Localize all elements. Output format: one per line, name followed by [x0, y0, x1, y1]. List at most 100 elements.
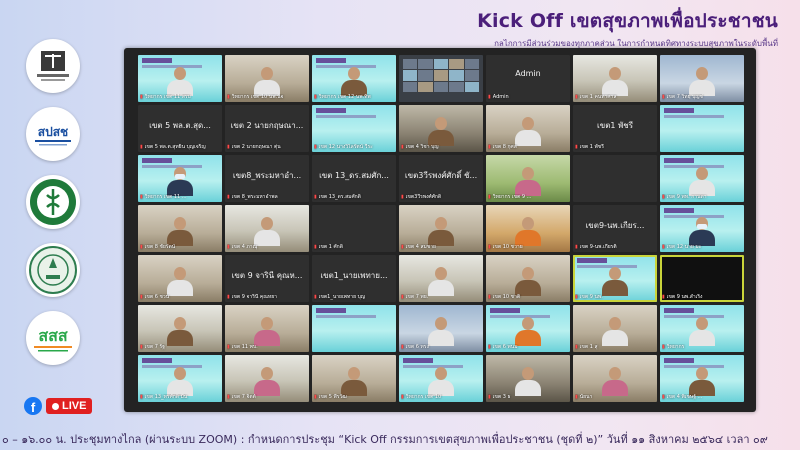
muted-mic-icon: ▮ — [488, 344, 491, 350]
muted-mic-icon: ▮ — [401, 144, 404, 150]
participant-tile[interactable]: เขต1_นายเพทาย... ▮ เขต1_นายเพทาย บุญ — [312, 255, 396, 302]
participant-tile[interactable]: ▮ วิทยากร เขต 10 นพ.นิจ — [225, 55, 309, 102]
participant-tile[interactable]: ▮ เขต 7 รัฐ — [138, 305, 222, 352]
participant-tile[interactable]: เขต9-นพ.เกียร... ▮ เขต 9-นพ.เกียรติ — [573, 205, 657, 252]
participant-tile[interactable]: ▮ เขต 4 พิเชษฐ์ ... — [660, 355, 744, 402]
muted-mic-icon: ▮ — [140, 244, 143, 250]
participant-tile[interactable]: ▮ วิทยากร เขต 9 ... — [486, 155, 570, 202]
participant-tile[interactable]: ▮ เขต 12 นางวิไลรัตน์ วีระ — [312, 105, 396, 152]
participant-name-label: ▮ เขต 12 นาย มะ — [662, 244, 742, 251]
participant-name-label: ▮ เขต 1 สุ — [575, 344, 655, 351]
muted-mic-icon: ▮ — [227, 344, 230, 350]
kickoff-banner-graphic — [664, 208, 694, 213]
participant-name-placeholder: เขต 5 พล.ต.สุด... — [149, 121, 211, 130]
participant-name-text: วิทยากร เขต 12 นพ.ทิพ — [318, 94, 371, 100]
ministry-of-public-health-logo — [26, 175, 80, 229]
participant-name-label: ▮ เขต 4 สมชาย — [401, 244, 481, 251]
participant-tile[interactable]: ▮ เขต 4 สมชาย — [399, 205, 483, 252]
participant-video — [600, 65, 630, 96]
participant-name-label: ▮ วิทยากร เขต 9 ... — [488, 194, 568, 201]
participant-tile[interactable]: ▮ วิทยากร เขต 11 สรบ — [138, 55, 222, 102]
participant-tile[interactable]: เขต3วีรพงศ์ศักดิ์ ชั... ▮ เขต3วีรพงศ์ศักดิ… — [399, 155, 483, 202]
nhso-logo-text: สปสช — [38, 125, 68, 139]
participant-tile[interactable]: เขต 2 นายกฤษณา... ▮ เขต 2 นายกฤษณา ตุ่น — [225, 105, 309, 152]
participant-tile[interactable]: ▮ เขต 13_ทรศักดิ์ มีน — [138, 355, 222, 402]
participant-tile[interactable]: ▮ เขต 7 จิตต์ — [225, 355, 309, 402]
participant-tile[interactable]: ▮ วิทยากร เขต 12 นพ.ทิพ — [312, 55, 396, 102]
participant-tile[interactable]: ▮ เขต 5 พีรวัฒ — [312, 355, 396, 402]
participant-tile[interactable]: เขต8_พระมหาอำ... ▮ เขต 8_พระมหาอำพล — [225, 155, 309, 202]
muted-mic-icon: ▮ — [488, 144, 491, 150]
participant-name-label: ▮ เขต 8 ชัยรัตน์ — [140, 244, 220, 251]
participant-tile[interactable]: ▮ เขต 10 ชาติ — [486, 255, 570, 302]
participant-tile[interactable]: ▮ เขต 9 นพ. — [573, 255, 657, 302]
muted-mic-icon: ▮ — [401, 194, 404, 200]
participant-name-label: ▮ เขต 8_พระมหาอำพล — [227, 194, 307, 201]
participant-tile[interactable] — [399, 55, 483, 102]
participant-tile[interactable]: ▮ นัยนา — [573, 355, 657, 402]
muted-mic-icon: ▮ — [488, 394, 491, 400]
participant-tile[interactable]: Admin ▮ Admin — [486, 55, 570, 102]
kickoff-banner-graphic — [316, 308, 346, 313]
participant-name-label: ▮ วิทยากร — [662, 344, 742, 351]
participant-tile[interactable]: ▮ เขต 6 ชวน — [138, 255, 222, 302]
participant-name-label: ▮ เขต 5 พล.ต.สุทยิน บุญเจริญ — [140, 144, 220, 151]
kickoff-banner-graphic — [316, 58, 346, 63]
participant-tile[interactable]: ▮ เขต 10 ชวาย — [486, 205, 570, 252]
participant-tile[interactable]: ▮ เขต 4 วิชา บุญ — [399, 105, 483, 152]
participant-tile[interactable]: ▮ เขต 6 พนม — [486, 305, 570, 352]
participant-video — [600, 265, 630, 296]
participant-tile[interactable]: ▮ เขต 12 นาย มะ — [660, 205, 744, 252]
participant-tile[interactable]: ▮ วิทยากร — [660, 305, 744, 352]
participant-video — [165, 165, 195, 196]
participant-tile[interactable]: ▮ เขต 4 ภาณุ — [225, 205, 309, 252]
participant-tile[interactable]: เขต 5 พล.ต.สุด... ▮ เขต 5 พล.ต.สุทยิน บุญเ… — [138, 105, 222, 152]
participant-tile[interactable]: ▮ เขต 9 นพ.สำเริง — [660, 255, 744, 302]
participant-name-label: ▮ เขต 9-นพ.เกียรติ — [575, 244, 655, 251]
kickoff-banner-graphic — [316, 315, 376, 318]
participant-tile[interactable]: ▮ เขต 3 ธ — [486, 355, 570, 402]
participant-tile[interactable]: ▮ วิทยากร เขต 11 ... — [138, 155, 222, 202]
participant-tile[interactable]: ▮ เขต 1 คนท่าศาล — [573, 55, 657, 102]
participant-tile[interactable]: ▮ เขต 1 สุ — [573, 305, 657, 352]
participant-name-label: ▮ เขต 1 พัชรี — [575, 144, 655, 151]
participant-video — [513, 165, 543, 196]
participant-tile[interactable]: เขต 13_ดร.สมศัก... ▮ เขต 13_ดร.สมศักดิ์ — [312, 155, 396, 202]
participant-video — [252, 315, 282, 346]
participant-tile[interactable]: ▮ เขต 8 กุศล — [486, 105, 570, 152]
participant-name-text: วิทยากร เขต 9 ... — [492, 194, 532, 200]
event-title-block: Kick Off เขตสุขภาพเพื่อประชาชน กลไกการมี… — [477, 6, 778, 50]
muted-mic-icon: ▮ — [227, 194, 230, 200]
participant-tile[interactable]: ▮ เขต 11 พบ. — [225, 305, 309, 352]
participant-name-text: เขต 9 นพ.สำเริง — [666, 294, 703, 300]
participant-name-text: วิทยากร เขต 10 นพ.นิจ — [231, 94, 284, 100]
participant-tile[interactable]: ▮ เขต 7 พย. — [399, 255, 483, 302]
participant-name-text: เขต 8_พระมหาอำพล — [231, 194, 278, 200]
participant-tile[interactable]: เขต1 พัชรี ▮ เขต 1 พัชรี — [573, 105, 657, 152]
participant-tile[interactable]: ▮ เขต 8 ชัยรัตน์ — [138, 205, 222, 252]
muted-mic-icon: ▮ — [662, 194, 665, 200]
nhso-logo: สปสช — [26, 107, 80, 161]
participant-name-placeholder: เขต1_นายเพทาย... — [320, 271, 388, 280]
muted-mic-icon: ▮ — [662, 94, 665, 100]
participant-tile[interactable]: ▮ วิทยากร เขต 10 — [399, 355, 483, 402]
muted-mic-icon: ▮ — [314, 394, 317, 400]
participant-name-label: ▮ วิทยากร เขต 11 ... — [140, 194, 220, 201]
participant-tile[interactable] — [312, 305, 396, 352]
participant-name-label: ▮ เขต 6 พนม — [488, 344, 568, 351]
participant-tile[interactable]: ▮ เขต 7 วิทยฺ บุญช่ — [660, 55, 744, 102]
muted-mic-icon: ▮ — [314, 244, 317, 250]
muted-mic-icon: ▮ — [662, 394, 665, 400]
participant-tile[interactable]: ▮ เขต 9 พท. กานดา — [660, 155, 744, 202]
muted-mic-icon: ▮ — [140, 144, 143, 150]
kickoff-banner-graphic — [664, 115, 724, 118]
participant-name-text: เขต 1 คนท่าศาล — [579, 94, 617, 100]
participant-tile[interactable]: ▮ เขต 6 ทรง — [399, 305, 483, 352]
participant-video — [513, 215, 543, 246]
participant-tile[interactable]: เขต 9 จารินี คุณห... ▮ เขต 9 จารินี คุณหยา — [225, 255, 309, 302]
muted-mic-icon: ▮ — [488, 194, 491, 200]
participant-tile[interactable] — [660, 105, 744, 152]
participant-tile[interactable]: ▮ เขต 1 ศักดิ์ — [312, 205, 396, 252]
kickoff-banner-graphic — [490, 308, 520, 313]
participant-tile[interactable] — [573, 155, 657, 202]
